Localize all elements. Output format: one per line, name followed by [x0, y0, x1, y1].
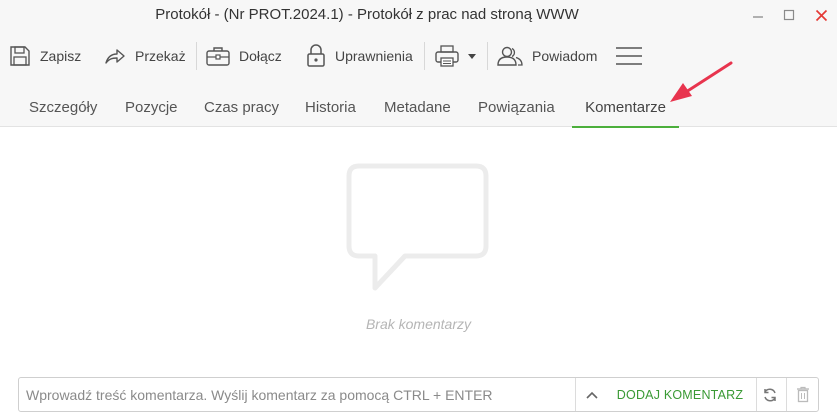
chevron-up-icon [586, 391, 598, 399]
padlock-icon [307, 44, 325, 67]
save-label: Zapisz [40, 48, 82, 64]
minimize-icon [753, 16, 763, 18]
maximize-button[interactable] [778, 4, 800, 26]
refresh-icon [764, 387, 776, 402]
forward-label: Przekaż [135, 48, 186, 64]
comments-panel: Brak komentarzy [0, 128, 837, 364]
add-comment-button[interactable]: DODAJ KOMENTARZ [608, 378, 752, 411]
toolbar-divider [196, 42, 197, 70]
print-button[interactable] [434, 40, 478, 72]
close-button[interactable] [810, 4, 832, 26]
briefcase-icon [206, 47, 230, 66]
window: Protokół - (Nr PROT.2024.1) - Protokół z… [0, 0, 837, 418]
trash-icon [797, 386, 809, 403]
floppy-disk-icon [10, 46, 30, 66]
tab-pozycje[interactable]: Pozycje [125, 80, 178, 127]
permissions-label: Uprawnienia [335, 48, 413, 64]
hamburger-menu-icon [616, 47, 642, 65]
notify-label: Powiadom [532, 48, 598, 64]
save-button[interactable]: Zapisz [8, 40, 81, 72]
printer-icon [435, 45, 459, 67]
expand-button[interactable] [576, 378, 608, 411]
attach-button[interactable]: Dołącz [205, 40, 282, 72]
close-icon [815, 9, 827, 21]
toolbar-divider [424, 42, 425, 70]
tab-czas-pracy[interactable]: Czas pracy [204, 80, 279, 127]
comment-input[interactable] [19, 378, 575, 411]
annotation-arrow-icon [670, 61, 733, 102]
tab-komentarze[interactable]: Komentarze [572, 80, 679, 128]
tab-historia[interactable]: Historia [305, 80, 356, 127]
maximize-icon [783, 9, 795, 21]
refresh-button[interactable] [757, 378, 783, 411]
title-bar: Protokół - (Nr PROT.2024.1) - Protokół z… [0, 0, 837, 32]
chevron-down-icon[interactable] [466, 51, 478, 61]
tab-metadane[interactable]: Metadane [384, 80, 451, 127]
window-title: Protokół - (Nr PROT.2024.1) - Protokół z… [155, 6, 579, 23]
people-icon [497, 46, 523, 66]
permissions-button[interactable]: Uprawnienia [305, 40, 413, 72]
empty-state-text: Brak komentarzy [365, 316, 472, 332]
tab-powiazania[interactable]: Powiązania [478, 80, 555, 127]
forward-button[interactable]: Przekaż [103, 40, 186, 72]
toolbar-divider [487, 42, 488, 70]
speech-bubble-icon [346, 163, 489, 291]
share-arrow-icon [105, 49, 125, 64]
tab-szczegoly[interactable]: Szczegóły [29, 80, 97, 127]
attach-label: Dołącz [239, 48, 282, 64]
minimize-button[interactable] [747, 4, 769, 26]
comment-bar: DODAJ KOMENTARZ [18, 377, 819, 412]
delete-button[interactable] [787, 378, 819, 411]
notify-button[interactable]: Powiadom [496, 40, 597, 72]
menu-button[interactable] [615, 40, 643, 72]
